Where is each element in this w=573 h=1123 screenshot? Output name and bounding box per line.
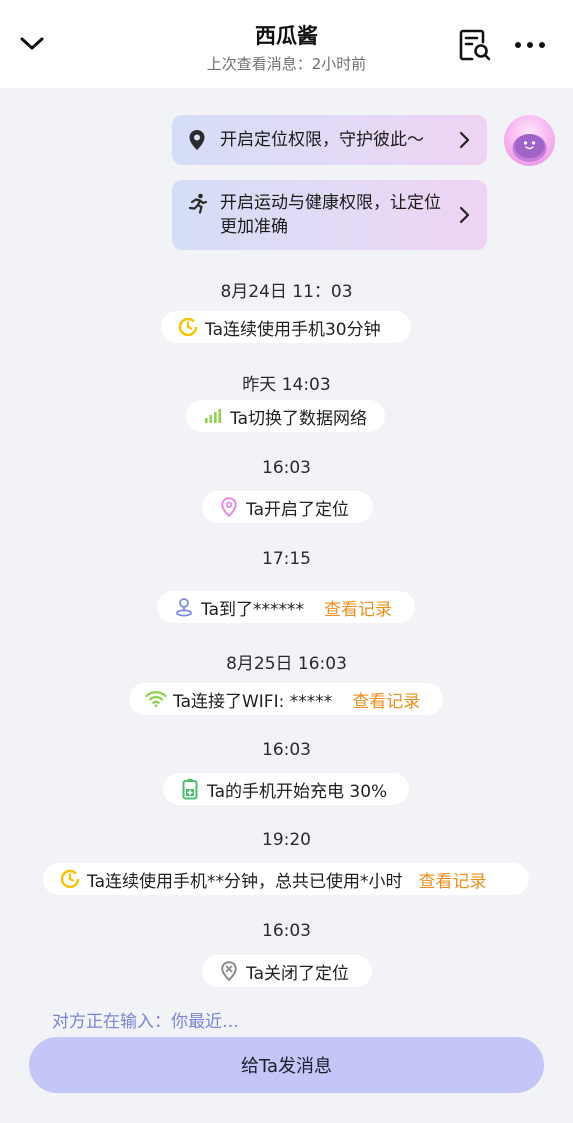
event-item: Ta连续使用手机**分钟，总共已使用*小时 查看记录	[43, 863, 529, 895]
health-permission-label: 开启运动与健康权限，让定位更加准确	[220, 193, 441, 237]
location-permission-card[interactable]: 开启定位权限，守护彼此～	[172, 115, 487, 165]
wifi-icon	[145, 688, 167, 710]
timestamp: 16:03	[262, 740, 311, 760]
event-text: Ta连续使用手机**分钟，总共已使用*小时	[87, 871, 403, 892]
typing-indicator: 对方正在输入：你最近…	[52, 1012, 239, 1032]
timestamp: 8月24日 11：03	[220, 282, 353, 302]
event-item: Ta连接了WIFI: ***** 查看记录	[129, 683, 443, 715]
top-bar: 西瓜酱 上次查看消息：2小时前	[0, 0, 573, 88]
event-text: Ta连接了WIFI: *****	[173, 691, 333, 712]
timestamp: 8月25日 16:03	[226, 654, 347, 674]
send-message-button[interactable]: 给Ta发消息	[29, 1037, 544, 1093]
timestamp: 16:03	[262, 921, 311, 941]
timestamp: 昨天 14:03	[242, 375, 331, 395]
event-text: Ta开启了定位	[246, 499, 349, 520]
signal-bars-icon	[202, 405, 224, 427]
event-text: Ta的手机开始充电 30%	[207, 781, 388, 802]
event-text: Ta到了******	[201, 599, 304, 620]
search-records-icon[interactable]	[456, 26, 494, 64]
health-permission-card[interactable]: 开启运动与健康权限，让定位更加准确	[172, 180, 487, 250]
event-text: Ta切换了数据网络	[230, 408, 367, 429]
view-record-link[interactable]: 查看记录	[324, 595, 392, 620]
location-pin-icon	[186, 129, 208, 155]
event-item: Ta切换了数据网络	[186, 400, 385, 432]
avatar[interactable]	[504, 115, 555, 166]
timestamp: 17:15	[262, 549, 311, 569]
location-off-icon	[218, 960, 240, 982]
timestamp: 19:20	[262, 830, 311, 850]
chevron-right-icon	[459, 131, 471, 153]
clock-icon	[59, 868, 81, 890]
clock-icon	[177, 316, 199, 338]
chevron-right-icon	[459, 206, 471, 228]
event-item: Ta的手机开始充电 30%	[163, 773, 409, 805]
view-record-link[interactable]: 查看记录	[352, 687, 420, 712]
arrived-pin-icon	[173, 596, 195, 618]
location-permission-label: 开启定位权限，守护彼此～	[220, 130, 424, 150]
event-item: Ta连续使用手机30分钟	[161, 311, 411, 343]
event-item: Ta关闭了定位	[202, 955, 372, 987]
running-icon	[186, 193, 208, 219]
view-record-link[interactable]: 查看记录	[419, 867, 487, 892]
event-item: Ta到了****** 查看记录	[157, 591, 415, 623]
event-text: Ta关闭了定位	[246, 963, 349, 984]
location-pin-icon	[218, 496, 240, 518]
event-item: Ta开启了定位	[202, 491, 373, 523]
timestamp: 16:03	[262, 458, 311, 478]
event-text: Ta连续使用手机30分钟	[205, 319, 381, 340]
battery-charging-icon	[179, 778, 201, 800]
more-options-icon[interactable]	[510, 30, 550, 60]
